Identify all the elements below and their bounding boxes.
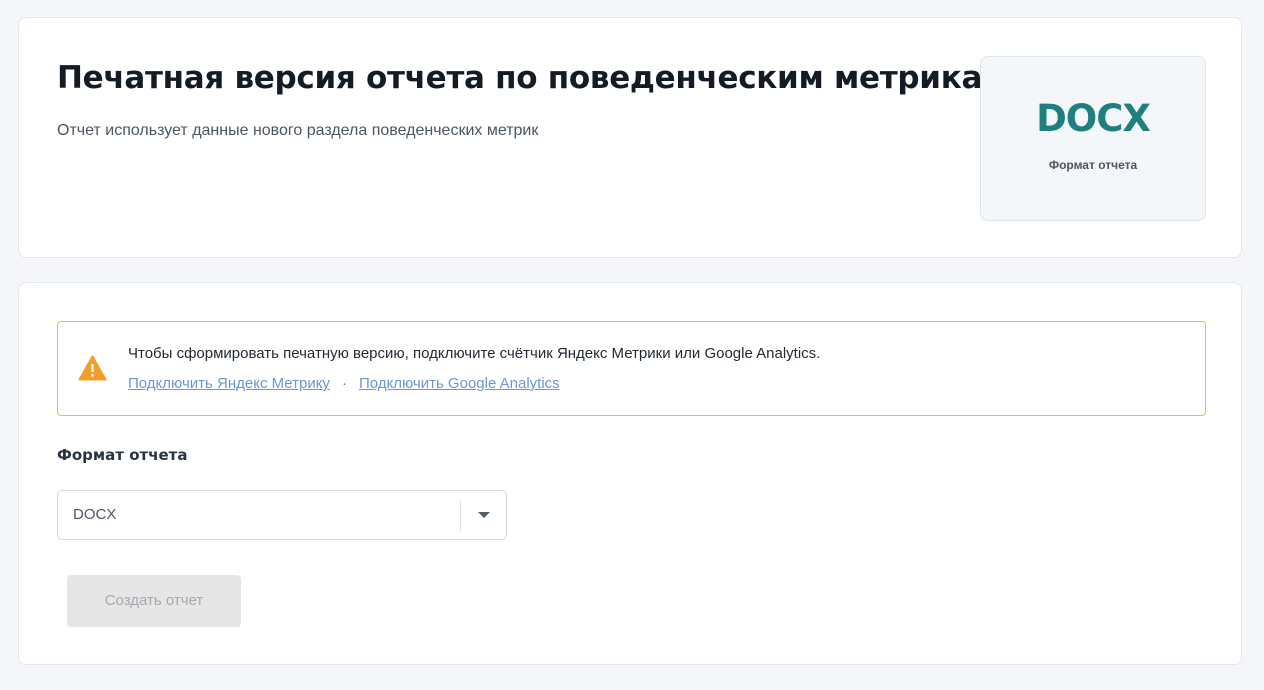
page-title: Печатная версия отчета по поведенческим … (57, 60, 1008, 96)
create-report-button[interactable]: Создать отчет (67, 575, 241, 627)
link-separator: · (341, 375, 347, 392)
format-select-value: DOCX (73, 506, 117, 523)
header-card: Печатная версия отчета по поведенческим … (18, 17, 1242, 258)
warning-triangle-icon (78, 355, 107, 381)
connect-yandex-metrika-link[interactable]: Подключить Яндекс Метрику (128, 375, 330, 392)
alert-message: Чтобы сформировать печатную версию, подк… (128, 345, 821, 362)
format-badge: DOCX Формат отчета (980, 56, 1206, 221)
format-badge-caption: Формат отчета (1048, 158, 1138, 172)
format-badge-value: DOCX (1036, 97, 1151, 140)
alert-links: Подключить Яндекс Метрику · Подключить Goo… (128, 375, 560, 392)
report-form-card: Чтобы сформировать печатную версию, подк… (18, 282, 1242, 665)
format-field-label: Формат отчета (57, 446, 188, 464)
format-select[interactable]: DOCX (57, 490, 507, 540)
page-subtitle: Отчет использует данные нового раздела п… (57, 122, 539, 139)
warning-alert: Чтобы сформировать печатную версию, подк… (57, 321, 1206, 416)
caret-down-icon[interactable] (478, 512, 490, 518)
select-divider (460, 501, 461, 531)
connect-google-analytics-link[interactable]: Подключить Google Analytics (359, 375, 560, 392)
